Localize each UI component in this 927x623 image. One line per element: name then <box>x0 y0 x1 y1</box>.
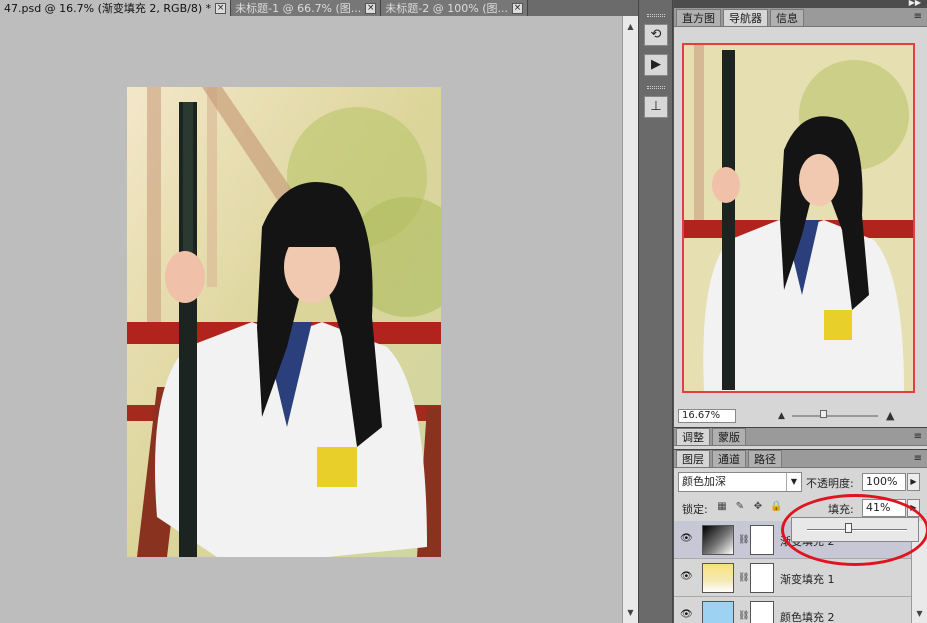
doc-tab-untitled-2[interactable]: 未标题-2 @ 100% (图... × <box>381 0 528 16</box>
layer-mask-thumbnail[interactable] <box>750 601 774 623</box>
layer-mask-thumbnail[interactable] <box>750 563 774 593</box>
doc-tab-label: 未标题-2 @ 100% (图... <box>385 2 508 15</box>
collapsed-panel-strip: ⟲ ▶ ⊥ <box>638 0 673 623</box>
layer-row-color-fill-2[interactable]: 👁 ⛓ 颜色填充 2 <box>674 597 911 623</box>
panel-grip[interactable] <box>647 14 665 17</box>
chevron-down-icon: ▼ <box>786 473 801 491</box>
lock-all-icon[interactable]: 🔒 <box>770 501 782 513</box>
zoom-in-mountain-icon[interactable]: ▲ <box>886 409 894 422</box>
scroll-down-icon[interactable]: ▼ <box>624 606 637 619</box>
opacity-label: 不透明度: <box>806 477 854 490</box>
zoom-out-mountain-icon[interactable]: ▲ <box>778 411 785 421</box>
navigator-body <box>674 27 927 410</box>
layer-name: 渐变填充 1 <box>780 573 835 586</box>
layers-tabbar: 图层 通道 路径 ≡ <box>674 449 927 468</box>
fill-slider-track[interactable] <box>807 529 907 531</box>
panel-menu-icon[interactable]: ≡ <box>914 11 922 22</box>
eye-icon[interactable]: 👁 <box>680 609 694 621</box>
photoshop-window: 47.psd @ 16.7% (渐变填充 2, RGB/8) * × 未标题-1… <box>0 0 927 623</box>
navigator-tabbar: 直方图 导航器 信息 ≡ <box>674 8 927 27</box>
fill-input[interactable]: 41% <box>862 499 906 517</box>
doc-tab-47psd[interactable]: 47.psd @ 16.7% (渐变填充 2, RGB/8) * × <box>0 0 232 16</box>
panel-menu-icon[interactable]: ≡ <box>914 453 922 464</box>
tab-adjustments[interactable]: 调整 <box>676 428 710 445</box>
fill-slider-popup <box>791 517 919 542</box>
doc-tab-untitled-1[interactable]: 未标题-1 @ 66.7% (图... × <box>231 0 382 16</box>
layer-thumbnail-black-gradient <box>702 525 734 555</box>
layer-thumbnail-yellow-gradient <box>702 563 734 593</box>
blend-opacity-row: 颜色加深 ▼ 不透明度: 100% ▶ <box>678 472 923 492</box>
zoom-input[interactable]: 16.67% <box>678 409 736 423</box>
actions-play-icon[interactable]: ▶ <box>644 54 668 76</box>
doc-tab-label: 未标题-1 @ 66.7% (图... <box>235 2 362 15</box>
blend-mode-value: 颜色加深 <box>682 475 726 488</box>
layer-mask-thumbnail[interactable] <box>750 525 774 555</box>
navigator-zoom-controls: 16.67% ▲ ▲ <box>678 409 914 423</box>
panel-menu-icon[interactable]: ≡ <box>914 431 922 442</box>
scroll-down-icon[interactable]: ▼ <box>913 607 926 620</box>
close-icon[interactable]: × <box>215 2 227 14</box>
chain-link-icon[interactable]: ⛓ <box>738 535 749 545</box>
zoom-slider-thumb[interactable] <box>820 410 827 418</box>
lock-move-icon[interactable]: ✥ <box>752 501 764 513</box>
navigator-thumbnail <box>684 45 913 391</box>
panel-grip[interactable] <box>647 86 665 89</box>
fill-label: 填充: <box>828 503 854 516</box>
chain-link-icon[interactable]: ⛓ <box>738 611 749 621</box>
tab-navigator[interactable]: 导航器 <box>723 9 768 26</box>
layer-row-gradient-fill-1[interactable]: 👁 ⛓ 渐变填充 1 <box>674 559 911 597</box>
fill-arrow-icon[interactable]: ▶ <box>907 499 920 517</box>
scroll-up-icon[interactable]: ▲ <box>624 20 637 33</box>
tab-histogram[interactable]: 直方图 <box>676 9 721 26</box>
double-arrow-icon[interactable]: ▶▶ <box>909 0 921 7</box>
panel-dock-header: ▶▶ <box>674 0 927 8</box>
tab-masks[interactable]: 蒙版 <box>712 428 746 445</box>
navigator-view-box[interactable] <box>682 43 915 393</box>
lock-label: 锁定: <box>682 503 708 516</box>
close-icon[interactable]: × <box>511 2 523 14</box>
lock-transparency-icon[interactable]: ▦ <box>716 501 728 513</box>
document-tab-bar: 47.psd @ 16.7% (渐变填充 2, RGB/8) * × 未标题-1… <box>0 0 638 16</box>
zoom-slider-track[interactable] <box>792 415 878 417</box>
blend-mode-select[interactable]: 颜色加深 ▼ <box>678 472 802 492</box>
canvas-vertical-scrollbar[interactable]: ▲ ▼ <box>622 16 638 623</box>
close-icon[interactable]: × <box>365 2 377 14</box>
history-icon[interactable]: ⟲ <box>644 24 668 46</box>
fill-slider-thumb[interactable] <box>844 523 852 533</box>
eye-icon[interactable]: 👁 <box>680 571 694 583</box>
lock-brush-icon[interactable]: ✎ <box>734 501 746 513</box>
tab-channels[interactable]: 通道 <box>712 450 746 467</box>
opacity-arrow-icon[interactable]: ▶ <box>907 473 920 491</box>
chain-link-icon[interactable]: ⛓ <box>738 573 749 583</box>
canvas-area[interactable] <box>0 16 622 623</box>
opacity-input[interactable]: 100% <box>862 473 906 491</box>
lock-fill-row: 锁定: ▦ ✎ ✥ 🔒 填充: 41% ▶ <box>678 498 923 518</box>
adjustments-tabbar: 调整 蒙版 ≡ <box>674 427 927 446</box>
layer-thumbnail-light-blue-fill <box>702 601 734 623</box>
document-image[interactable] <box>127 87 441 557</box>
clone-stamp-icon[interactable]: ⊥ <box>644 96 668 118</box>
photo-illustration <box>127 87 441 557</box>
eye-icon[interactable]: 👁 <box>680 533 694 545</box>
tab-paths[interactable]: 路径 <box>748 450 782 467</box>
tab-layers[interactable]: 图层 <box>676 450 710 467</box>
tab-info[interactable]: 信息 <box>770 9 804 26</box>
layer-name: 颜色填充 2 <box>780 611 835 623</box>
doc-tab-label: 47.psd @ 16.7% (渐变填充 2, RGB/8) * <box>4 2 212 15</box>
